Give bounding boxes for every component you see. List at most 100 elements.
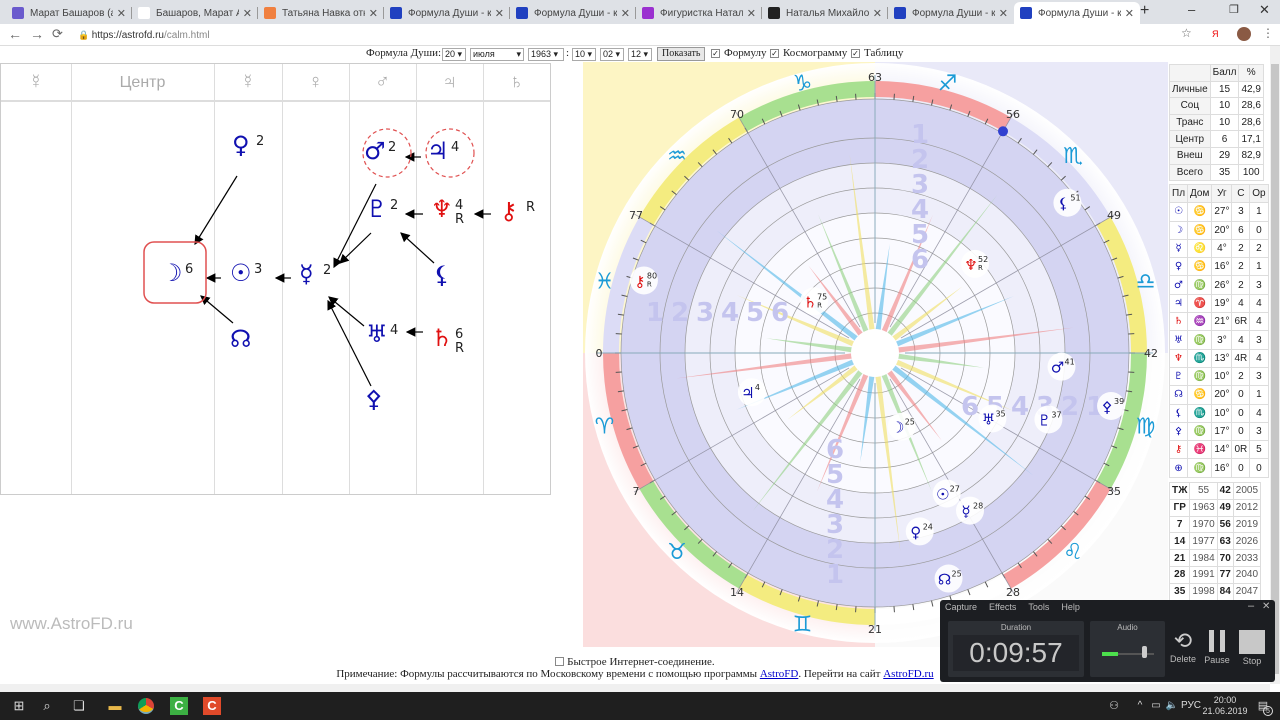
formula-planet-glyph[interactable]: ♀ bbox=[232, 132, 250, 158]
search-icon[interactable]: ⌕ bbox=[38, 697, 56, 715]
hour-select[interactable]: 10 ▾ bbox=[572, 48, 596, 61]
timezone-select[interactable]: 12 ▾ bbox=[628, 48, 652, 61]
browser-tab[interactable]: Татьяна Навка отказа ✕ bbox=[258, 2, 384, 24]
volume-icon[interactable]: 🔈 bbox=[1163, 697, 1181, 715]
cosmogram-planet[interactable]: ☽ 25 bbox=[887, 412, 916, 441]
astrofd-link[interactable]: AstroFD bbox=[760, 668, 799, 680]
cosmogram-planet[interactable]: ♅ 35 bbox=[978, 404, 1007, 433]
formula-planet-glyph[interactable]: ♄ bbox=[431, 325, 453, 351]
file-explorer-icon[interactable]: ▬ bbox=[106, 697, 124, 715]
year-select[interactable]: 1963 ▾ bbox=[528, 48, 564, 61]
table-cell: 14° bbox=[1211, 440, 1233, 460]
browser-tab[interactable]: Башаров, Марат Али ✕ bbox=[132, 2, 258, 24]
astrofd-site-link[interactable]: AstroFD.ru bbox=[883, 668, 933, 680]
back-icon[interactable]: ← bbox=[8, 26, 22, 42]
browser-tab[interactable]: Наталья Михайлова - ✕ bbox=[762, 2, 888, 24]
pause-button[interactable]: Pause bbox=[1204, 630, 1230, 665]
cosmogram-planet[interactable]: ☿ 28 bbox=[956, 496, 984, 525]
url-input[interactable]: 🔒 https://astrofd.ru/calm.html bbox=[78, 26, 1178, 44]
bookmark-star-icon[interactable]: ☆ bbox=[1181, 26, 1192, 40]
formula-planet-glyph[interactable]: ⚸ bbox=[433, 262, 451, 288]
start-windows-icon[interactable]: ⊞ bbox=[10, 697, 28, 715]
tab-close-icon[interactable]: ✕ bbox=[1125, 7, 1134, 20]
tab-close-icon[interactable]: ✕ bbox=[621, 7, 630, 20]
recorder-close-icon[interactable]: ✕ bbox=[1262, 601, 1270, 612]
cosmogram-planet[interactable]: ☉ 27 bbox=[932, 479, 961, 508]
tab-close-icon[interactable]: ✕ bbox=[873, 7, 882, 20]
menu-dots-icon[interactable]: ⋮ bbox=[1262, 26, 1274, 40]
vertical-scrollbar-thumb[interactable] bbox=[1271, 64, 1279, 674]
minute-select[interactable]: 02 ▾ bbox=[600, 48, 624, 61]
formula-planet-glyph[interactable]: ♃ bbox=[427, 138, 449, 164]
new-tab-button[interactable]: + bbox=[1140, 2, 1149, 20]
tab-close-icon[interactable]: ✕ bbox=[495, 7, 504, 20]
tab-close-icon[interactable]: ✕ bbox=[117, 7, 126, 20]
formula-planet-glyph[interactable]: ☿ bbox=[299, 261, 314, 287]
formula-planet-glyph[interactable]: ☽ bbox=[161, 260, 183, 286]
formula-planet-glyph[interactable]: ♆ bbox=[431, 196, 453, 222]
show-button[interactable]: Показать bbox=[657, 47, 706, 61]
tab-close-icon[interactable]: ✕ bbox=[243, 7, 252, 20]
formula-planet-glyph[interactable]: ☉ bbox=[230, 260, 252, 286]
cosmogram-planet[interactable]: ♄ 75R bbox=[800, 287, 829, 316]
camtasia-recorder-icon[interactable]: C bbox=[203, 697, 221, 715]
formula-planet-glyph[interactable]: ♅ bbox=[366, 321, 388, 347]
recorder-minimize-icon[interactable]: – bbox=[1248, 600, 1254, 612]
stop-button[interactable]: Stop bbox=[1238, 630, 1266, 666]
table-checkbox[interactable]: ✓ bbox=[851, 49, 860, 58]
minimize-button[interactable]: – bbox=[1188, 2, 1195, 17]
tab-close-icon[interactable]: ✕ bbox=[999, 7, 1008, 20]
cosmogram-planet[interactable]: ♇ 37 bbox=[1034, 405, 1063, 434]
table-row: ⚷ ♓ 14° 0R 5 bbox=[1169, 440, 1269, 460]
people-icon[interactable]: ⚇ bbox=[1105, 697, 1123, 715]
recorder-menu-capture[interactable]: Capture bbox=[945, 602, 977, 612]
restore-button[interactable]: ❐ bbox=[1229, 3, 1239, 16]
language-indicator[interactable]: РУС bbox=[1181, 700, 1201, 711]
table-cell: ♍ bbox=[1187, 458, 1213, 478]
position-marker[interactable] bbox=[998, 126, 1008, 137]
cosmogram-planet[interactable]: ⚸ 51 bbox=[1053, 188, 1082, 217]
browser-tab[interactable]: Формула Души - кале ✕ bbox=[384, 2, 510, 24]
cosmogram-checkbox[interactable]: ✓ bbox=[770, 49, 779, 58]
fast-connection-checkbox[interactable] bbox=[555, 657, 565, 666]
profile-avatar[interactable] bbox=[1237, 27, 1251, 41]
cosmogram-planet[interactable]: ♃ 4 bbox=[737, 378, 766, 407]
cosmogram-planet[interactable]: ♆ 52R bbox=[961, 249, 990, 278]
browser-tab[interactable]: Формула Души - кале ✕ bbox=[888, 2, 1014, 24]
browser-tab[interactable]: Формула Души - кале ✕ bbox=[510, 2, 636, 24]
tab-close-icon[interactable]: ✕ bbox=[369, 7, 378, 20]
cosmogram-planet[interactable]: ♀ 24 bbox=[905, 517, 934, 546]
formula-planet-glyph[interactable]: ⚷ bbox=[500, 198, 518, 224]
reload-icon[interactable]: ⟳ bbox=[52, 26, 63, 42]
browser-tab[interactable]: Марат Башаров (акте ✕ bbox=[6, 2, 132, 24]
formula-planet-glyph[interactable]: ♂ bbox=[364, 138, 386, 164]
delete-button[interactable]: ⟲ Delete bbox=[1170, 628, 1196, 664]
formula-planet-glyph[interactable]: ⚴ bbox=[365, 386, 383, 412]
recorder-menu-effects[interactable]: Effects bbox=[989, 602, 1016, 612]
formula-planet-glyph[interactable]: ♇ bbox=[366, 196, 388, 222]
formula-planet-glyph[interactable]: ☊ bbox=[230, 326, 251, 352]
tab-close-icon[interactable]: ✕ bbox=[747, 7, 756, 20]
task-view-icon[interactable]: ❏ bbox=[70, 697, 88, 715]
camtasia-icon[interactable]: C bbox=[170, 697, 188, 715]
day-select[interactable]: 20 ▾ bbox=[442, 48, 466, 61]
formula-planet-score: 3 bbox=[254, 262, 263, 277]
table-row: ⚸ ♏ 10° 0 4 bbox=[1169, 403, 1269, 423]
recorder-menu-help[interactable]: Help bbox=[1061, 602, 1080, 612]
formula-checkbox[interactable]: ✓ bbox=[711, 49, 720, 58]
audio-volume-slider[interactable] bbox=[1142, 646, 1147, 658]
browser-tab[interactable]: Формула Души - кале ✕ bbox=[1014, 2, 1140, 24]
clock[interactable]: 20:00 21.06.2019 bbox=[1200, 695, 1250, 717]
cosmogram-planet[interactable]: ☊ 25 bbox=[934, 564, 963, 593]
cosmogram-planet[interactable]: ⚴ 39 bbox=[1097, 391, 1126, 420]
chrome-icon[interactable] bbox=[138, 698, 154, 714]
close-window-button[interactable]: ✕ bbox=[1259, 2, 1270, 18]
forward-icon[interactable]: → bbox=[30, 26, 44, 42]
browser-tab[interactable]: Фигуристка Наталья М ✕ bbox=[636, 2, 762, 24]
cosmogram-planet[interactable]: ⚷ 80R bbox=[629, 266, 658, 295]
cosmogram-planet[interactable]: ♂ 41 bbox=[1047, 352, 1076, 381]
month-select[interactable]: июля ▾ bbox=[470, 48, 524, 61]
yandex-icon[interactable]: Я bbox=[1212, 29, 1219, 39]
recorder-menu-tools[interactable]: Tools bbox=[1028, 602, 1049, 612]
horizontal-scrollbar[interactable] bbox=[0, 684, 1270, 692]
